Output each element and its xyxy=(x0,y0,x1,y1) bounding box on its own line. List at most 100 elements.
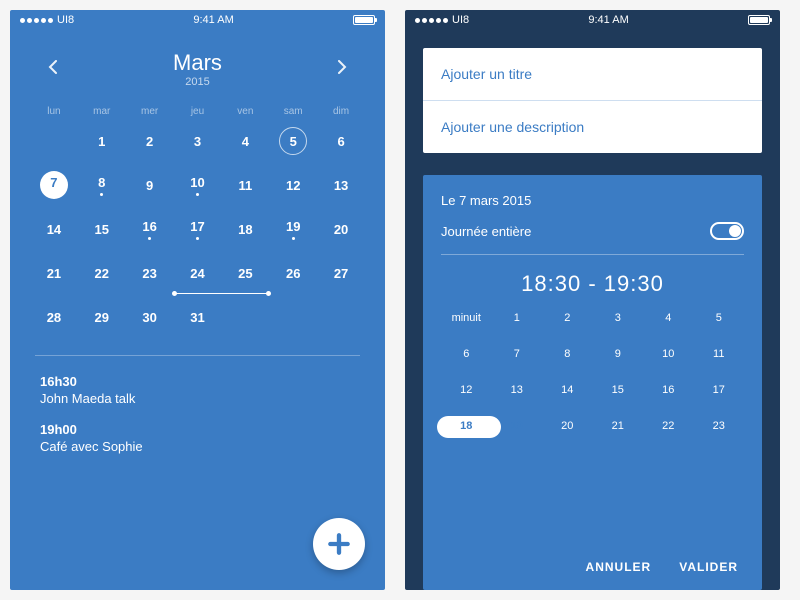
day-cell[interactable]: 4 xyxy=(221,123,269,159)
day-cell[interactable]: 23 xyxy=(126,255,174,291)
day-cell[interactable]: 1 xyxy=(78,123,126,159)
hour-cell[interactable]: minuit xyxy=(441,307,492,329)
hour-cell[interactable]: 11 xyxy=(694,343,745,365)
event-item[interactable]: 19h00 Café avec Sophie xyxy=(40,422,355,454)
day-cell[interactable]: 14 xyxy=(30,211,78,247)
signal-dots-icon xyxy=(20,18,53,23)
allday-toggle[interactable] xyxy=(710,222,744,240)
range-end-dot xyxy=(266,291,271,296)
weekday-label: mar xyxy=(78,106,126,117)
hour-cell[interactable]: 16 xyxy=(643,379,694,401)
status-bar: UI8 9:41 AM xyxy=(405,10,780,30)
calendar-header: Mars 2015 xyxy=(10,30,385,96)
month-label: Mars xyxy=(173,50,222,76)
day-cell[interactable]: 31 xyxy=(174,299,222,335)
hour-cell[interactable]: 1 xyxy=(492,307,543,329)
day-cell[interactable]: 20 xyxy=(317,211,365,247)
day-cell[interactable]: 11 xyxy=(221,167,269,203)
events-list: 16h30 John Maeda talk 19h00 Café avec So… xyxy=(10,366,385,478)
time-picker-card: Le 7 mars 2015 Journée entière 18:30 - 1… xyxy=(423,175,762,590)
hour-cell[interactable]: 7 xyxy=(492,343,543,365)
days-grid: 1234567891011121314151617181920212223242… xyxy=(10,123,385,345)
event-time: 19h00 xyxy=(40,422,355,437)
next-month-button[interactable] xyxy=(329,52,355,87)
event-item[interactable]: 16h30 John Maeda talk xyxy=(40,374,355,406)
hour-cell[interactable]: 2 xyxy=(542,307,593,329)
hour-cell[interactable]: 9 xyxy=(593,343,644,365)
day-cell[interactable]: 10 xyxy=(174,167,222,203)
carrier-label: UI8 xyxy=(57,14,74,26)
weekday-label: lun xyxy=(30,106,78,117)
title-input[interactable]: Ajouter un titre xyxy=(423,48,762,100)
battery-icon xyxy=(353,15,375,25)
add-event-button[interactable] xyxy=(313,518,365,570)
carrier-label: UI8 xyxy=(452,14,469,26)
hour-cell[interactable]: 14 xyxy=(542,379,593,401)
day-cell[interactable]: 28 xyxy=(30,299,78,335)
day-cell[interactable]: 5 xyxy=(269,123,317,159)
day-cell[interactable]: 21 xyxy=(30,255,78,291)
weekday-label: ven xyxy=(221,106,269,117)
hour-cell[interactable]: 20 xyxy=(542,415,593,437)
plus-icon xyxy=(326,531,352,557)
signal-dots-icon xyxy=(415,18,448,23)
day-cell[interactable]: 6 xyxy=(317,123,365,159)
hour-cell[interactable]: 17 xyxy=(694,379,745,401)
cancel-button[interactable]: ANNULER xyxy=(586,560,652,574)
day-cell[interactable]: 17 xyxy=(174,211,222,247)
event-time: 16h30 xyxy=(40,374,355,389)
event-title: Café avec Sophie xyxy=(40,439,355,454)
day-cell[interactable]: 24 xyxy=(174,255,222,291)
hour-cell[interactable]: 13 xyxy=(492,379,543,401)
day-cell[interactable]: 26 xyxy=(269,255,317,291)
description-input[interactable]: Ajouter une description xyxy=(423,101,762,153)
day-cell[interactable]: 29 xyxy=(78,299,126,335)
hour-cell[interactable]: 22 xyxy=(643,415,694,437)
hour-cell[interactable]: 19 xyxy=(492,415,543,437)
day-cell[interactable]: 9 xyxy=(126,167,174,203)
divider xyxy=(441,254,744,255)
hour-cell[interactable]: 5 xyxy=(694,307,745,329)
event-editor-screen: UI8 9:41 AM Ajouter un titre Ajouter une… xyxy=(405,10,780,590)
prev-month-button[interactable] xyxy=(40,52,66,87)
hour-cell[interactable]: 8 xyxy=(542,343,593,365)
text-fields-card: Ajouter un titre Ajouter une description xyxy=(423,48,762,153)
day-cell[interactable]: 25 xyxy=(221,255,269,291)
hour-cell[interactable]: 10 xyxy=(643,343,694,365)
hour-cell[interactable]: 18 xyxy=(441,415,492,437)
day-cell[interactable]: 18 xyxy=(221,211,269,247)
weekday-label: mer xyxy=(126,106,174,117)
dialog-actions: ANNULER VALIDER xyxy=(441,544,744,576)
status-bar: UI8 9:41 AM xyxy=(10,10,385,30)
day-cell[interactable]: 27 xyxy=(317,255,365,291)
hour-cell[interactable]: 6 xyxy=(441,343,492,365)
day-cell[interactable]: 8 xyxy=(78,167,126,203)
calendar-screen: UI8 9:41 AM Mars 2015 lun mar mer jeu ve… xyxy=(10,10,385,590)
confirm-button[interactable]: VALIDER xyxy=(679,560,738,574)
hour-cell[interactable]: 21 xyxy=(593,415,644,437)
hour-cell[interactable]: 3 xyxy=(593,307,644,329)
clock: 9:41 AM xyxy=(193,14,233,26)
year-label: 2015 xyxy=(173,76,222,88)
divider xyxy=(35,355,360,356)
day-cell[interactable]: 15 xyxy=(78,211,126,247)
day-cell[interactable]: 7 xyxy=(30,167,78,203)
day-cell[interactable]: 19 xyxy=(269,211,317,247)
range-start-dot xyxy=(172,291,177,296)
time-range-label: 18:30 - 19:30 xyxy=(441,271,744,297)
day-cell[interactable]: 12 xyxy=(269,167,317,203)
hour-cell[interactable]: 15 xyxy=(593,379,644,401)
weekday-label: dim xyxy=(317,106,365,117)
day-cell[interactable]: 22 xyxy=(78,255,126,291)
day-cell[interactable]: 2 xyxy=(126,123,174,159)
hours-grid: minuit1234567891011121314151617181920212… xyxy=(441,307,744,437)
day-cell[interactable]: 13 xyxy=(317,167,365,203)
hour-cell[interactable]: 23 xyxy=(694,415,745,437)
weekday-label: sam xyxy=(269,106,317,117)
day-cell[interactable]: 3 xyxy=(174,123,222,159)
hour-cell[interactable]: 12 xyxy=(441,379,492,401)
day-cell[interactable]: 16 xyxy=(126,211,174,247)
hour-cell[interactable]: 4 xyxy=(643,307,694,329)
day-cell[interactable]: 30 xyxy=(126,299,174,335)
clock: 9:41 AM xyxy=(588,14,628,26)
